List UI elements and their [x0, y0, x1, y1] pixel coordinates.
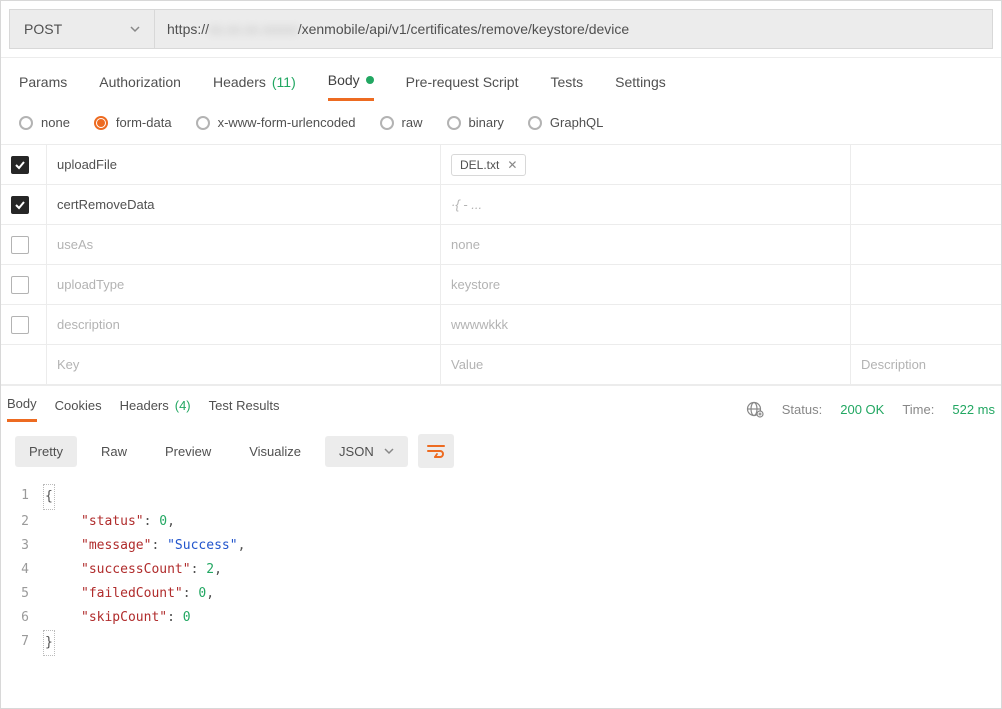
request-bar: POST https:// xx.xx.xx.xxxxx /xenmobile/… — [1, 1, 1001, 58]
tab-prerequest[interactable]: Pre-request Script — [406, 72, 519, 101]
table-row: uploadType keystore — [1, 265, 1001, 305]
tab-tests[interactable]: Tests — [550, 72, 583, 101]
key-cell[interactable]: uploadType — [47, 265, 441, 304]
file-chip: DEL.txt ✕ — [451, 154, 526, 176]
viewer-visualize-button[interactable]: Visualize — [235, 436, 315, 467]
status-value: 200 OK — [840, 402, 884, 417]
description-cell[interactable] — [851, 265, 1001, 304]
description-cell[interactable] — [851, 305, 1001, 344]
row-checkbox-cell — [1, 305, 47, 344]
tab-body[interactable]: Body — [328, 72, 374, 101]
form-data-table: uploadFile DEL.txt ✕ certRemoveData ·{ -… — [1, 144, 1001, 385]
network-globe-icon[interactable] — [746, 400, 764, 418]
response-tab-test-results[interactable]: Test Results — [209, 398, 280, 421]
time-value: 522 ms — [952, 402, 995, 417]
headers-count: (11) — [272, 74, 296, 90]
status-label: Status: — [782, 402, 822, 417]
http-method-select[interactable]: POST — [9, 9, 154, 49]
row-checkbox-cell — [1, 145, 47, 184]
tab-params[interactable]: Params — [19, 72, 67, 101]
row-checkbox[interactable] — [11, 156, 29, 174]
table-row-new: Key Value Description — [1, 345, 1001, 385]
radio-none[interactable]: none — [19, 115, 70, 130]
radio-binary[interactable]: binary — [447, 115, 504, 130]
description-cell[interactable] — [851, 145, 1001, 184]
request-tabs: Params Authorization Headers(11) Body Pr… — [1, 58, 1001, 101]
time-label: Time: — [902, 402, 934, 417]
tab-authorization[interactable]: Authorization — [99, 72, 181, 101]
viewer-format-select[interactable]: JSON — [325, 436, 408, 467]
tab-headers[interactable]: Headers(11) — [213, 72, 296, 101]
row-checkbox-cell — [1, 265, 47, 304]
chevron-down-icon — [130, 21, 140, 37]
value-cell[interactable]: ·{ - ... — [441, 185, 851, 224]
radio-icon — [447, 116, 461, 130]
table-row: useAs none — [1, 225, 1001, 265]
chevron-down-icon — [384, 446, 394, 456]
viewer-toolbar: Pretty Raw Preview Visualize JSON — [1, 422, 1001, 480]
file-name: DEL.txt — [460, 158, 499, 172]
value-cell[interactable]: keystore — [441, 265, 851, 304]
row-checkbox[interactable] — [11, 276, 29, 294]
wrap-lines-icon[interactable] — [418, 434, 454, 468]
row-checkbox[interactable] — [11, 316, 29, 334]
url-prefix: https:// — [167, 21, 209, 37]
description-cell[interactable]: Description — [851, 345, 1001, 384]
radio-icon — [94, 116, 108, 130]
radio-x-www[interactable]: x-www-form-urlencoded — [196, 115, 356, 130]
response-body-viewer[interactable]: 1{ 2"status": 0, 3"message": "Success", … — [1, 480, 1001, 676]
tab-settings[interactable]: Settings — [615, 72, 666, 101]
viewer-pretty-button[interactable]: Pretty — [15, 436, 77, 467]
remove-file-icon[interactable]: ✕ — [507, 158, 517, 172]
body-type-radios: none form-data x-www-form-urlencoded raw… — [1, 101, 1001, 144]
row-checkbox-cell — [1, 345, 47, 384]
value-cell[interactable]: DEL.txt ✕ — [441, 145, 851, 184]
url-suffix: /xenmobile/api/v1/certificates/remove/ke… — [298, 21, 629, 37]
description-cell[interactable] — [851, 185, 1001, 224]
radio-icon — [380, 116, 394, 130]
radio-raw[interactable]: raw — [380, 115, 423, 130]
radio-form-data[interactable]: form-data — [94, 115, 172, 130]
row-checkbox-cell — [1, 185, 47, 224]
table-row: description wwwwkkk — [1, 305, 1001, 345]
response-tab-body[interactable]: Body — [7, 396, 37, 422]
row-checkbox-cell — [1, 225, 47, 264]
radio-icon — [196, 116, 210, 130]
radio-graphql[interactable]: GraphQL — [528, 115, 603, 130]
viewer-preview-button[interactable]: Preview — [151, 436, 225, 467]
key-cell[interactable]: description — [47, 305, 441, 344]
table-row: uploadFile DEL.txt ✕ — [1, 145, 1001, 185]
value-placeholder: ·{ - ... — [451, 197, 482, 212]
key-cell[interactable]: Key — [47, 345, 441, 384]
key-cell[interactable]: useAs — [47, 225, 441, 264]
radio-icon — [19, 116, 33, 130]
http-method-label: POST — [24, 21, 62, 37]
response-tabs: Body Cookies Headers(4) Test Results Sta… — [1, 385, 1001, 422]
response-headers-count: (4) — [175, 398, 191, 413]
value-cell[interactable]: wwwwkkk — [441, 305, 851, 344]
response-tab-headers[interactable]: Headers(4) — [120, 398, 191, 421]
key-cell[interactable]: uploadFile — [47, 145, 441, 184]
row-checkbox[interactable] — [11, 236, 29, 254]
description-cell[interactable] — [851, 225, 1001, 264]
dot-indicator-icon — [366, 76, 374, 84]
url-redacted: xx.xx.xx.xxxxx — [209, 21, 298, 37]
value-cell[interactable]: Value — [441, 345, 851, 384]
viewer-raw-button[interactable]: Raw — [87, 436, 141, 467]
key-cell[interactable]: certRemoveData — [47, 185, 441, 224]
url-input[interactable]: https:// xx.xx.xx.xxxxx /xenmobile/api/v… — [154, 9, 993, 49]
response-tab-cookies[interactable]: Cookies — [55, 398, 102, 421]
radio-icon — [528, 116, 542, 130]
row-checkbox[interactable] — [11, 196, 29, 214]
value-cell[interactable]: none — [441, 225, 851, 264]
table-row: certRemoveData ·{ - ... — [1, 185, 1001, 225]
